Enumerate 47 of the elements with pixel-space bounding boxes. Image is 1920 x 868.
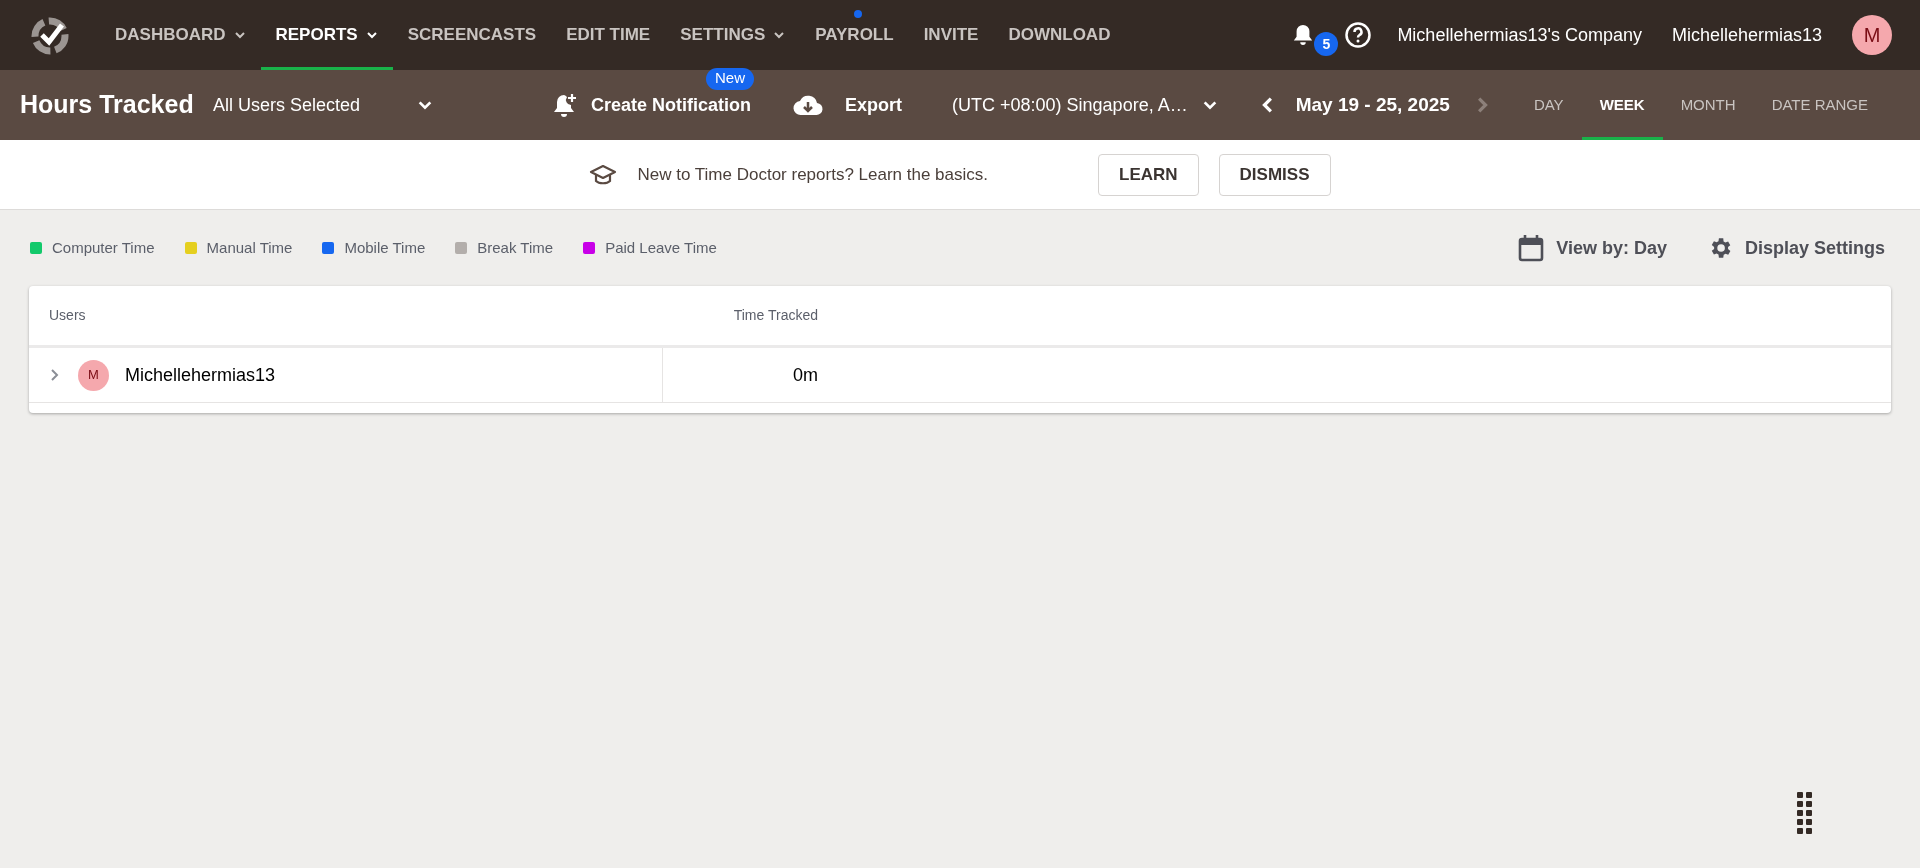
user-name[interactable]: Michellehermias13 — [1671, 21, 1822, 49]
banner-text: New to Time Doctor reports? Learn the basics. — [637, 163, 989, 186]
page-title: Hours Tracked — [20, 89, 195, 121]
nav-tab[interactable]: INVITE — [908, 0, 994, 70]
help-icon[interactable] — [1344, 21, 1373, 49]
range-tab[interactable]: MONTH — [1662, 70, 1754, 140]
chevron-down-icon — [773, 29, 786, 41]
legend-label: Computer Time — [52, 237, 155, 258]
nav-tab[interactable]: DASHBOARD — [100, 0, 261, 70]
chevron-down-icon — [233, 29, 246, 41]
graduation-cap-icon — [589, 162, 618, 187]
nav-tab[interactable]: PAYROLL — [800, 0, 909, 70]
range-tab[interactable]: DAY — [1515, 70, 1582, 140]
company-name[interactable]: Michellehermias13's Company — [1397, 21, 1642, 49]
banner-button[interactable]: LEARN — [1098, 153, 1199, 196]
legend-label: Paid Leave Time — [605, 237, 717, 258]
user-filter-dropdown[interactable]: All Users Selected — [213, 91, 433, 119]
column-header: Time Tracked — [732, 306, 818, 325]
chevron-down-icon — [365, 29, 378, 41]
banner-button[interactable]: DISMISS — [1218, 153, 1331, 196]
nav-tab[interactable]: EDIT TIME — [551, 0, 666, 70]
nav-tab[interactable]: SCREENCASTS — [392, 0, 552, 70]
export-button[interactable]: Export — [793, 91, 903, 119]
range-tab[interactable]: DATE RANGE — [1753, 70, 1887, 140]
logo-icon[interactable] — [30, 15, 70, 55]
user-avatar: M — [78, 359, 109, 391]
user-name-cell[interactable]: Michellehermias13 — [125, 361, 276, 389]
view-by-button[interactable]: View by: Day — [1518, 234, 1667, 262]
legend-label: Manual Time — [206, 237, 293, 258]
date-range: May 19 - 25, 2025 — [1295, 92, 1450, 117]
drag-handle-icon[interactable] — [1797, 792, 1813, 834]
display-settings-button[interactable]: Display Settings — [1706, 234, 1885, 262]
bell-plus-icon — [553, 92, 579, 118]
timezone-dropdown[interactable]: (UTC +08:00) Singapore, A… — [952, 91, 1218, 119]
column-header: Users — [48, 306, 87, 325]
notification-count: 5 — [1314, 32, 1339, 56]
bell-icon[interactable] — [1292, 22, 1315, 48]
time-tracked-cell-text: 0m — [792, 363, 818, 387]
expand-chevron-icon[interactable] — [49, 368, 61, 382]
calendar-icon — [1518, 234, 1545, 262]
nav-tab[interactable]: DOWNLOAD — [993, 0, 1126, 70]
nav-tab[interactable]: SETTINGS — [665, 0, 801, 70]
legend-label: Break Time — [477, 237, 554, 258]
create-notification-button[interactable]: Create Notification — [553, 91, 752, 119]
legend-label: Mobile Time — [344, 237, 426, 258]
cloud-download-icon — [793, 93, 824, 117]
avatar[interactable]: M — [1852, 15, 1892, 55]
